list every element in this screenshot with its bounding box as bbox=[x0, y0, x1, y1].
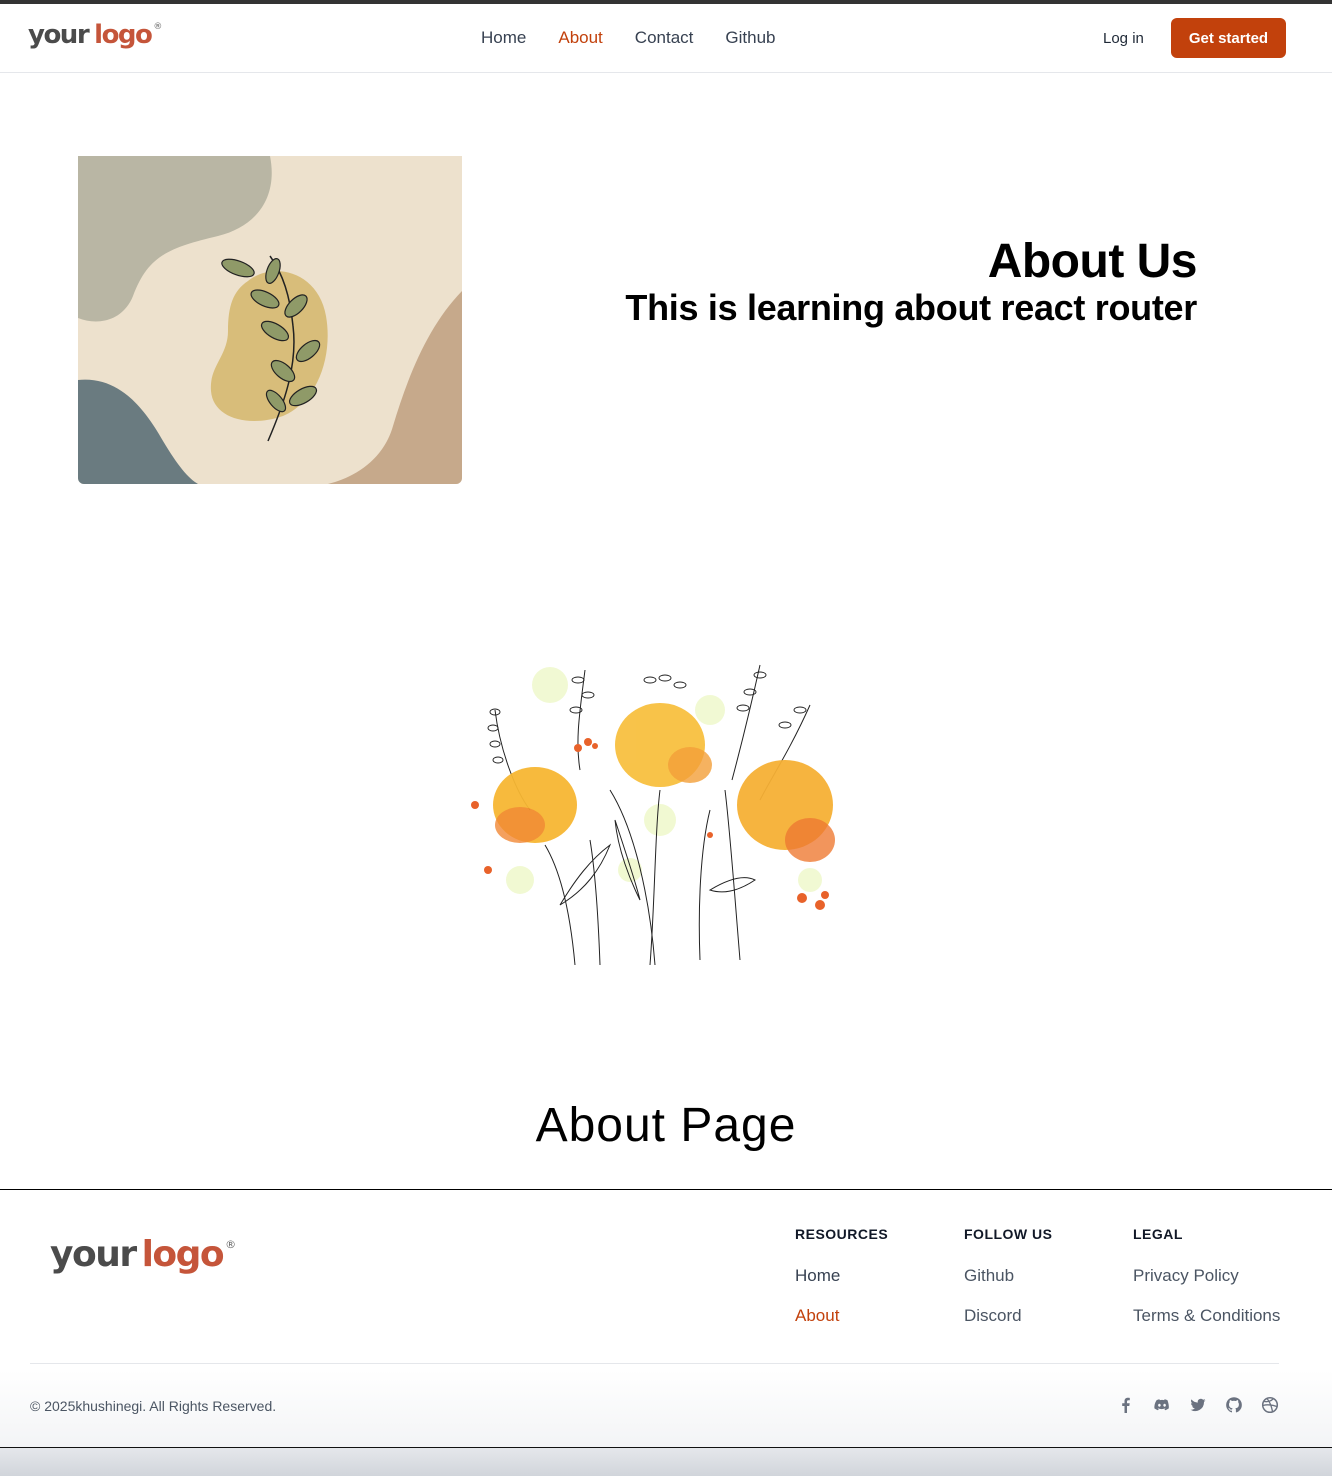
twitter-icon[interactable] bbox=[1189, 1396, 1207, 1414]
flowers-illustration bbox=[460, 650, 850, 970]
hero-text: About Us This is learning about react ro… bbox=[625, 236, 1197, 328]
github-icon[interactable] bbox=[1225, 1396, 1243, 1414]
hero-subtitle: This is learning about react router bbox=[625, 287, 1197, 328]
footer-column-resources: RESOURCES Home About bbox=[795, 1226, 888, 1346]
login-link[interactable]: Log in bbox=[1103, 30, 1144, 47]
footer-link-home[interactable]: Home bbox=[795, 1266, 888, 1286]
site-footer: your logo ® RESOURCES Home About FOLLOW … bbox=[0, 1189, 1332, 1447]
footer-logo[interactable]: your logo ® bbox=[50, 1234, 236, 1275]
footer-link-terms[interactable]: Terms & Conditions bbox=[1133, 1306, 1280, 1326]
facebook-icon[interactable] bbox=[1117, 1396, 1135, 1414]
bottom-bar bbox=[0, 1447, 1332, 1476]
nav-about-link[interactable]: About bbox=[558, 28, 602, 48]
footer-heading-legal: LEGAL bbox=[1133, 1226, 1183, 1242]
nav-home-link[interactable]: Home bbox=[481, 28, 526, 48]
hero-title: About Us bbox=[987, 235, 1198, 288]
dribbble-icon[interactable] bbox=[1261, 1396, 1279, 1414]
main-nav: Home About Contact Github bbox=[481, 28, 775, 48]
site-header: your logo ® Home About Contact Github Lo… bbox=[0, 4, 1332, 73]
footer-link-about[interactable]: About bbox=[795, 1306, 888, 1326]
footer-heading-resources: RESOURCES bbox=[795, 1226, 889, 1242]
social-links bbox=[1117, 1396, 1279, 1414]
footer-column-follow-us: FOLLOW US Github Discord bbox=[964, 1226, 1053, 1346]
footer-link-github[interactable]: Github bbox=[964, 1266, 1053, 1286]
nav-contact-link[interactable]: Contact bbox=[635, 28, 694, 48]
footer-column-legal: LEGAL Privacy Policy Terms & Conditions bbox=[1133, 1226, 1280, 1346]
footer-link-privacy-policy[interactable]: Privacy Policy bbox=[1133, 1266, 1280, 1286]
copyright-text: © 2025khushinegi. All Rights Reserved. bbox=[30, 1398, 277, 1414]
page-title: About Page bbox=[535, 1099, 797, 1152]
discord-icon[interactable] bbox=[1153, 1396, 1171, 1414]
header-logo[interactable]: your logo ® bbox=[28, 20, 162, 50]
nav-github-link[interactable]: Github bbox=[725, 28, 775, 48]
footer-heading-follow-us: FOLLOW US bbox=[964, 1226, 1053, 1242]
footer-link-discord[interactable]: Discord bbox=[964, 1306, 1053, 1326]
get-started-button[interactable]: Get started bbox=[1171, 18, 1286, 58]
hero-illustration bbox=[78, 156, 462, 484]
footer-divider bbox=[30, 1363, 1279, 1364]
